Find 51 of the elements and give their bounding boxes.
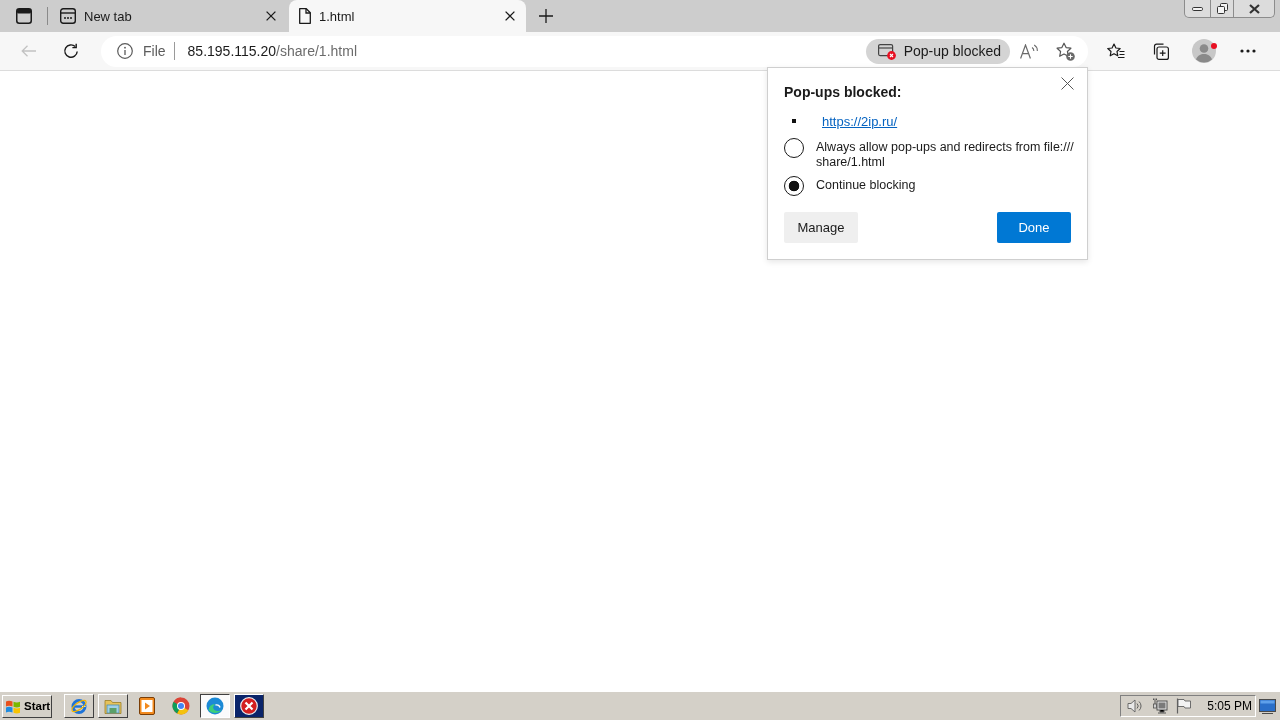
- network-computer-icon[interactable]: [1152, 698, 1169, 714]
- desktop-icon: [1259, 698, 1276, 714]
- flag-icon[interactable]: [1176, 698, 1192, 714]
- refresh-icon: [63, 43, 79, 59]
- close-icon: [1248, 3, 1260, 14]
- read-aloud-icon: [1020, 43, 1038, 59]
- document-icon: [299, 8, 311, 24]
- blocked-url-link[interactable]: https://2ip.ru/: [822, 113, 898, 129]
- star-plus-icon: [1055, 41, 1075, 61]
- bullet-icon: [792, 119, 796, 123]
- done-button[interactable]: Done: [997, 212, 1071, 243]
- taskbar-app-button[interactable]: [200, 694, 230, 718]
- minimize-icon: [1192, 6, 1203, 11]
- url-text: 85.195.115.20/share/1.html: [187, 43, 357, 59]
- start-button[interactable]: Start: [2, 694, 52, 718]
- close-icon: [266, 11, 276, 21]
- close-icon: [1060, 76, 1074, 90]
- windows-logo-icon: [5, 698, 21, 714]
- dialog-title: Pop-ups blocked:: [784, 84, 902, 101]
- swirl-icon: [206, 697, 224, 715]
- scheme-label: File: [143, 43, 166, 59]
- show-desktop-button[interactable]: [1259, 698, 1276, 714]
- x-circle-icon: [240, 697, 258, 715]
- tab-page-icon: [60, 8, 76, 24]
- collections-icon: [1151, 42, 1169, 60]
- address-bar[interactable]: File 85.195.115.20/share/1.html Pop-up blocked: [101, 35, 1088, 67]
- popup-blocked-button[interactable]: Pop-up blocked: [865, 38, 1010, 64]
- favorites-icon: [1107, 43, 1125, 59]
- option-label: Always allow pop-ups and redirects from file:/// share/1.html: [816, 139, 1074, 170]
- speaker-icon[interactable]: [1127, 699, 1143, 713]
- close-icon: [505, 11, 515, 21]
- radio-button[interactable]: [784, 138, 804, 158]
- info-icon: [117, 43, 133, 59]
- more-icon: [1240, 49, 1256, 53]
- clock-time[interactable]: 5:05 PM: [1207, 699, 1252, 713]
- globe-orbit-icon: [70, 697, 88, 715]
- manage-button[interactable]: Manage: [784, 212, 858, 243]
- plus-icon: [539, 9, 553, 23]
- popup-blocked-icon: [877, 42, 896, 60]
- folder-icon: [104, 698, 122, 714]
- option-label: Continue blocking: [816, 177, 916, 193]
- restore-icon: [1216, 3, 1228, 14]
- radio-button[interactable]: [784, 176, 804, 196]
- segmented-circle-icon: [172, 697, 190, 715]
- browser-tab[interactable]: 1.html: [289, 0, 526, 32]
- back-arrow-icon: [20, 45, 36, 57]
- window-icon: [16, 8, 32, 24]
- play-icon: [139, 697, 155, 715]
- notification-dot-icon: [1211, 43, 1217, 49]
- browser-tab[interactable]: New tab: [50, 0, 287, 32]
- avatar-icon: [1192, 39, 1216, 63]
